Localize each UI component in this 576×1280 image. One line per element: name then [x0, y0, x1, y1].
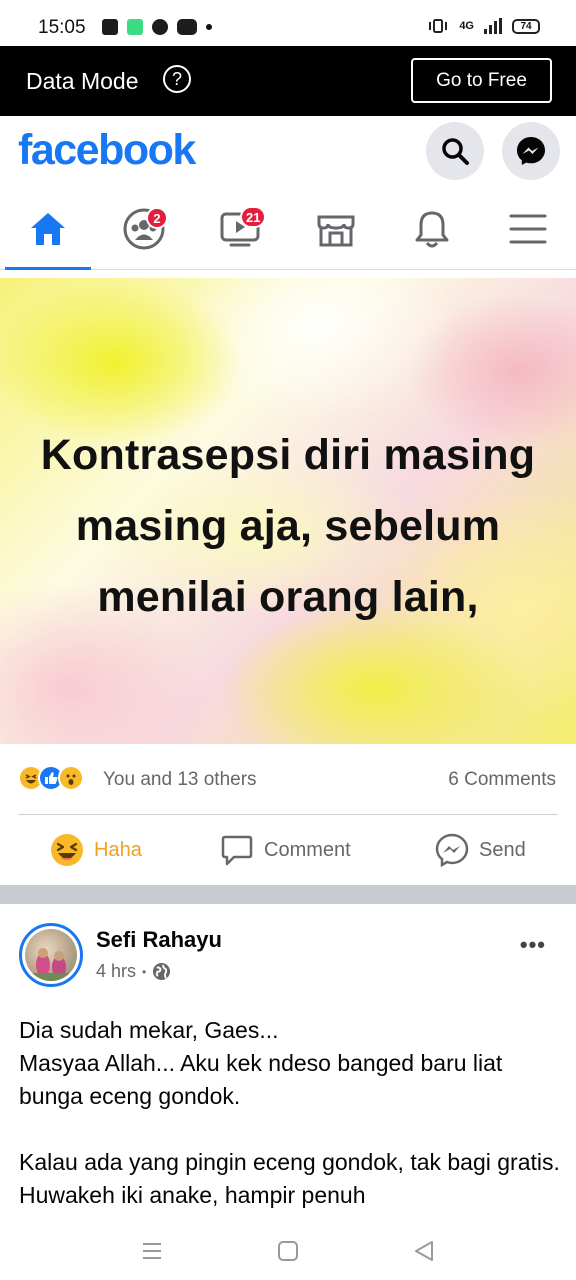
recent-apps-button[interactable]	[137, 1236, 167, 1266]
facebook-logo: facebook	[18, 126, 196, 174]
android-notification-icon	[127, 19, 143, 35]
menu-icon	[509, 214, 547, 244]
send-label: Send	[479, 838, 526, 861]
comments-count[interactable]: 6 Comments	[448, 769, 556, 791]
youtube-notification-icon	[177, 19, 197, 35]
post-image-text-line: masing aja, sebelum	[75, 502, 501, 550]
home-square-icon	[278, 1241, 298, 1261]
feed-post: Sefi Rahayu 4 hrs • ••• Dia sudah mekar,…	[0, 904, 576, 1224]
messenger-button[interactable]	[502, 122, 560, 180]
help-icon[interactable]: ?	[163, 65, 191, 93]
feed-separator	[0, 885, 576, 904]
wow-reaction-icon	[58, 765, 84, 791]
haha-button[interactable]: Haha	[50, 833, 142, 867]
home-icon	[31, 213, 65, 245]
groups-badge: 2	[146, 207, 168, 229]
app-notification-icon	[152, 19, 168, 35]
bell-icon	[415, 211, 449, 248]
post-image[interactable]: Kontrasepsi diri masing masing aja, sebe…	[0, 278, 576, 744]
main-nav-tabs: 2 21	[0, 188, 576, 270]
vibrate-icon	[429, 19, 448, 33]
post-image-text-line: menilai orang lain,	[97, 573, 479, 621]
back-button[interactable]	[409, 1236, 439, 1266]
send-button[interactable]: Send	[435, 833, 526, 867]
reactions-text[interactable]: You and 13 others	[103, 769, 257, 791]
status-time: 15:05	[38, 17, 86, 38]
tab-notifications[interactable]	[384, 188, 480, 270]
active-tab-indicator	[5, 267, 91, 270]
post-body-text: Dia sudah mekar, Gaes... Masyaa Allah...…	[19, 1017, 560, 1208]
tab-marketplace[interactable]	[288, 188, 384, 270]
status-system-icons: 4G 74	[427, 18, 540, 34]
more-options-icon[interactable]: •••	[520, 932, 546, 958]
status-notification-icons	[102, 19, 212, 35]
messenger-send-icon	[435, 833, 469, 867]
post-image-text: Kontrasepsi diri masing masing aja, sebe…	[0, 420, 576, 633]
data-mode-label: Data Mode	[26, 68, 139, 94]
network-type: 4G	[459, 20, 474, 32]
facebook-header: facebook	[0, 116, 576, 188]
signal-icon	[484, 18, 502, 34]
system-navigation-bar	[0, 1224, 576, 1280]
more-notifications-icon	[206, 24, 212, 30]
comment-icon	[221, 835, 253, 866]
post-meta: 4 hrs •	[96, 961, 171, 982]
post-author[interactable]: Sefi Rahayu	[96, 927, 222, 953]
post-time[interactable]: 4 hrs	[96, 961, 136, 982]
avatar[interactable]	[19, 923, 83, 987]
messenger-icon	[517, 137, 545, 165]
comment-label: Comment	[264, 838, 351, 861]
tab-menu[interactable]	[480, 188, 576, 270]
search-icon	[442, 138, 469, 165]
public-globe-icon	[153, 962, 171, 981]
watch-badge: 21	[240, 206, 267, 228]
reaction-icons	[18, 765, 84, 791]
go-to-free-button[interactable]: Go to Free	[411, 58, 552, 103]
recent-apps-icon	[143, 1243, 161, 1259]
tab-watch[interactable]: 21	[192, 188, 288, 270]
status-bar: 15:05 4G 74	[0, 0, 576, 46]
home-nav-button[interactable]	[273, 1236, 303, 1266]
meta-separator: •	[142, 964, 147, 979]
haha-label: Haha	[94, 838, 142, 861]
post-image-text-line: Kontrasepsi diri masing	[40, 431, 536, 479]
tab-home[interactable]	[0, 188, 96, 270]
post-action-bar: Haha Comment Send	[0, 815, 576, 887]
haha-icon	[51, 834, 83, 866]
facebook-notification-icon	[102, 19, 118, 35]
avatar-image	[25, 929, 77, 981]
comment-button[interactable]: Comment	[220, 833, 351, 867]
data-mode-bar: Data Mode ? Go to Free	[0, 46, 576, 116]
tab-groups[interactable]: 2	[96, 188, 192, 270]
search-button[interactable]	[426, 122, 484, 180]
battery-icon: 74	[512, 18, 540, 34]
back-triangle-icon	[415, 1241, 433, 1261]
marketplace-icon	[317, 215, 355, 247]
reaction-summary[interactable]: You and 13 others 6 Comments	[0, 744, 576, 814]
